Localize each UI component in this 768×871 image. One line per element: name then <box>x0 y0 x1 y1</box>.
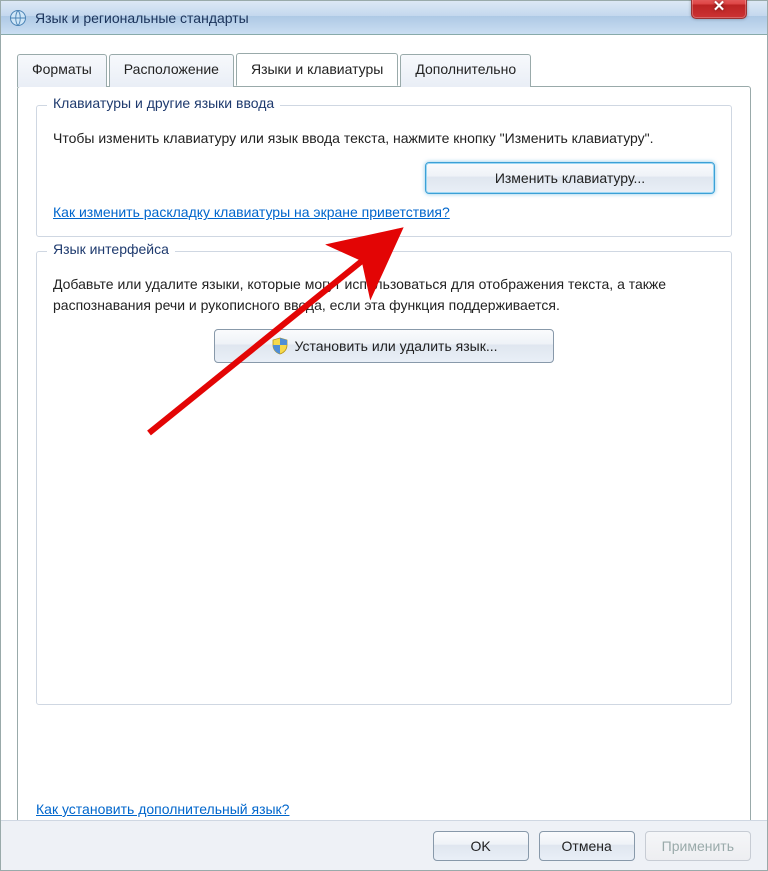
apply-button: Применить <box>645 831 751 861</box>
group-interface-text: Добавьте или удалите языки, которые могу… <box>53 274 715 315</box>
close-button[interactable]: ✕ <box>691 0 747 19</box>
change-keyboard-row: Изменить клавиатуру... <box>53 162 715 194</box>
cancel-button[interactable]: Отмена <box>539 831 635 861</box>
tab-panel: Клавиатуры и другие языки ввода Чтобы из… <box>17 86 751 832</box>
tab-keyboards[interactable]: Языки и клавиатуры <box>236 53 398 86</box>
group-interface-language: Язык интерфейса Добавьте или удалите язы… <box>36 251 732 705</box>
dialog-footer: OK Отмена Применить <box>1 820 767 870</box>
tab-location[interactable]: Расположение <box>109 54 234 87</box>
group-keyboards-legend: Клавиатуры и другие языки ввода <box>47 95 280 111</box>
group-interface-legend: Язык интерфейса <box>47 241 175 257</box>
ok-button[interactable]: OK <box>433 831 529 861</box>
tab-advanced[interactable]: Дополнительно <box>400 54 531 87</box>
window-title: Язык и региональные стандарты <box>35 10 249 26</box>
install-remove-language-button[interactable]: Установить или удалить язык... <box>214 329 554 363</box>
tab-formats[interactable]: Форматы <box>17 54 107 87</box>
change-keyboard-button[interactable]: Изменить клавиатуру... <box>425 162 715 194</box>
group-keyboards: Клавиатуры и другие языки ввода Чтобы из… <box>36 105 732 237</box>
group-keyboards-text: Чтобы изменить клавиатуру или язык ввода… <box>53 128 715 148</box>
titlebar[interactable]: Язык и региональные стандарты ✕ <box>1 1 767 35</box>
dialog-window: Язык и региональные стандарты ✕ Форматы … <box>0 0 768 871</box>
globe-icon <box>9 9 27 27</box>
install-remove-language-label: Установить или удалить язык... <box>295 338 498 354</box>
install-language-row: Установить или удалить язык... <box>53 329 715 363</box>
close-icon: ✕ <box>713 0 726 15</box>
content-area: Форматы Расположение Языки и клавиатуры … <box>1 35 767 821</box>
tab-strip: Форматы Расположение Языки и клавиатуры … <box>17 53 751 86</box>
welcome-screen-layout-link[interactable]: Как изменить раскладку клавиатуры на экр… <box>53 204 450 220</box>
uac-shield-icon <box>271 337 289 355</box>
install-additional-language-link[interactable]: Как установить дополнительный язык? <box>36 801 289 817</box>
